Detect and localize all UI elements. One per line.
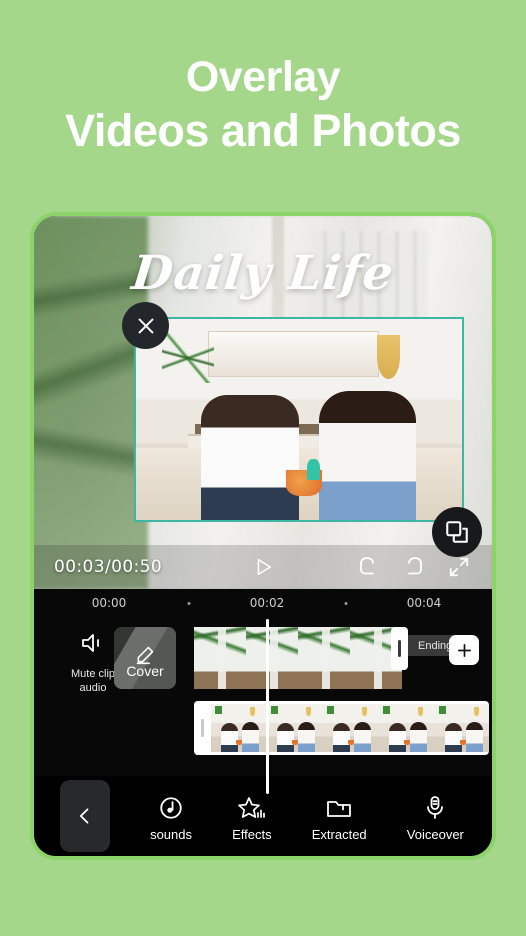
timeline-ruler[interactable]: 00:00 00:02 00:04	[34, 589, 492, 619]
overlay-thumb-strip[interactable]	[211, 704, 489, 752]
clip-thumbnail[interactable]	[246, 627, 298, 689]
clip-thumbnail[interactable]	[194, 627, 246, 689]
fullscreen-icon[interactable]	[448, 556, 470, 578]
mute-label-1: Mute clip	[70, 668, 116, 680]
video-title-text[interactable]: Daily Life	[34, 246, 492, 301]
redo-icon[interactable]	[402, 555, 426, 579]
ruler-label-2: 00:04	[406, 596, 442, 610]
main-clip-strip[interactable]	[194, 627, 402, 689]
overlay-thumbnail[interactable]	[211, 704, 267, 752]
bottom-toolbar: sounds Effects Extracted Voiceover	[34, 776, 492, 856]
ruler-tick	[344, 602, 348, 605]
clip-thumbnail[interactable]	[298, 627, 350, 689]
toolbar-label-extracted: Extracted	[311, 826, 367, 842]
add-clip-button[interactable]	[449, 635, 479, 665]
overlay-bowl	[285, 459, 322, 496]
toolbar-item-voiceover[interactable]: Voiceover	[407, 791, 464, 842]
clip-trim-handle-right[interactable]	[391, 627, 408, 670]
overlay-thumbnail[interactable]	[267, 704, 323, 752]
toolbar-item-effects[interactable]: Effects	[232, 791, 272, 842]
overlay-clip-track[interactable]	[194, 701, 489, 755]
music-note-icon	[158, 791, 184, 821]
page-title: Overlay Videos and Photos	[0, 50, 526, 158]
microphone-icon	[423, 791, 447, 821]
back-button[interactable]	[60, 780, 110, 852]
toolbar-item-extracted[interactable]: Extracted	[312, 791, 367, 842]
toolbar-label-effects: Effects	[232, 826, 272, 842]
toolbar-label-sounds: sounds	[150, 826, 192, 842]
toolbar-item-sounds[interactable]: sounds	[150, 791, 192, 842]
headline-line-2: Videos and Photos	[65, 105, 461, 156]
overlay-person-right	[318, 391, 417, 520]
video-preview[interactable]: Daily Life 00:03/00:50	[34, 216, 492, 589]
play-icon[interactable]	[252, 556, 274, 578]
close-icon[interactable]	[122, 302, 169, 349]
player-controls: 00:03/00:50	[34, 545, 492, 589]
overlay-plant	[162, 331, 215, 384]
playhead[interactable]	[266, 619, 269, 794]
folder-icon	[325, 791, 353, 821]
main-track[interactable]: Mute clip audio Cover Ending	[34, 619, 492, 755]
ruler-label-0: 00:00	[91, 596, 127, 610]
cover-label: Cover	[126, 663, 164, 679]
overlay-mirror	[207, 331, 380, 378]
overlay-thumbnail[interactable]	[323, 704, 379, 752]
phone-screen: Daily Life 00:03/00:50 00:00 00:02 00:04…	[34, 216, 492, 856]
ruler-tick	[187, 602, 191, 605]
toolbar-label-voiceover: Voiceover	[406, 826, 464, 842]
playback-time: 00:03/00:50	[54, 557, 163, 577]
phone-frame: Daily Life 00:03/00:50 00:00 00:02 00:04…	[30, 212, 496, 860]
app-screen: Overlay Videos and Photos Daily Life 00:…	[0, 0, 526, 936]
overlay-selection-box[interactable]	[134, 317, 464, 522]
cover-button[interactable]: Cover	[114, 627, 176, 689]
overlay-thumbnail[interactable]	[379, 704, 435, 752]
overlay-person-left	[201, 395, 299, 520]
headline-line-1: Overlay	[185, 53, 341, 101]
mute-label-2: audio	[79, 682, 107, 694]
ruler-label-1: 00:02	[249, 596, 285, 610]
overlay-thumbnail[interactable]	[435, 704, 489, 752]
star-effects-icon	[238, 791, 266, 821]
overlay-trim-handle-left[interactable]	[194, 701, 211, 755]
undo-icon[interactable]	[356, 555, 380, 579]
